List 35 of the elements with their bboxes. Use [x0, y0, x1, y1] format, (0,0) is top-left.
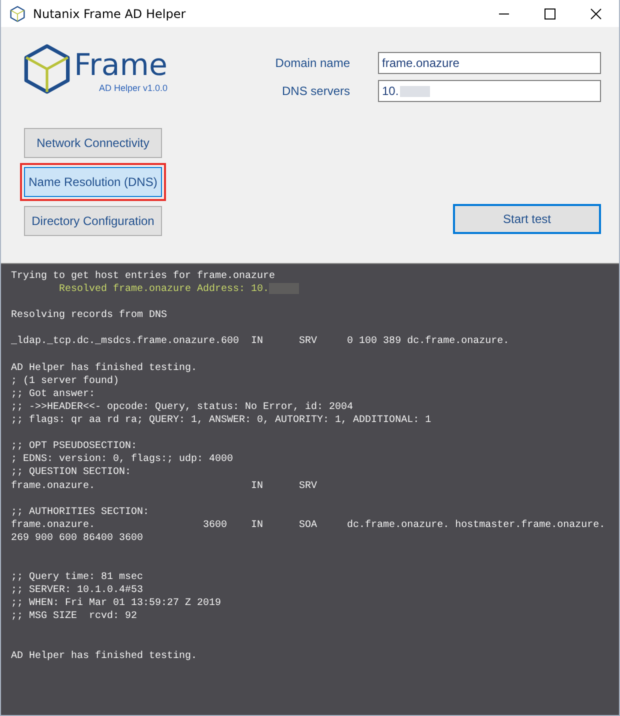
maximize-icon[interactable]: [544, 8, 556, 20]
log-line: frame.onazure. IN SRV: [11, 480, 318, 492]
field-label: DNS servers: [282, 84, 350, 98]
log-line: Resolved frame.onazure Address: 10.: [59, 284, 270, 296]
log-line: 269 900 600 86400 3600: [11, 532, 144, 544]
log-line: AD Helper has finished testing.: [11, 650, 198, 662]
log-line: ;; QUESTION SECTION:: [11, 467, 132, 478]
log-line: _ldap._tcp.dc._msdcs.frame.onazure.600 IN SRV 0 100 389 dc.frame.onazure.: [11, 336, 510, 348]
log-line: ;; Got answer:: [11, 388, 96, 400]
window-title: Nutanix Frame AD Helper: [33, 6, 187, 20]
logo-name: Frame: [74, 49, 168, 83]
start-test-button[interactable]: Start test: [453, 204, 601, 234]
input-field[interactable]: frame.onazure: [378, 52, 601, 74]
version-label: AD Helper v1.0.0: [98, 83, 168, 93]
log-line: Resolving records from DNS: [11, 310, 168, 322]
close-icon[interactable]: [590, 8, 602, 20]
log-line: AD Helper has finished testing.: [11, 362, 198, 374]
test-button[interactable]: Network Connectivity: [24, 128, 162, 158]
logo-icon: [24, 44, 70, 94]
log-line: frame.onazure. 3600 IN SOA dc.frame.onazure. hostmaster.frame.onazure.: [11, 520, 606, 531]
log-line: ;; ->>HEADER<<- opcode: Query, status: No Error, id: 2004: [11, 402, 354, 413]
log-line: ; EDNS: version: 0, flags:; udp: 4000: [11, 454, 234, 466]
input-field[interactable]: 10.: [378, 80, 601, 102]
log-line: ;; SERVER: 10.1.0.4#53: [11, 585, 144, 596]
log-line: ;; OPT PSEUDOSECTION:: [11, 441, 138, 452]
log-line: ;; WHEN: Fri Mar 01 13:59:27 Z 2019: [11, 598, 222, 610]
log-line: ; (1 server found): [11, 376, 120, 387]
log-line: ;; flags: qr aa rd ra; QUERY: 1, ANSWER: 0, AUTORITY: 1, ADDITIONAL: 1: [11, 415, 432, 426]
log-line: Trying to get host entries for frame.onazure: [11, 271, 276, 282]
log-line: ;; MSG SIZE rcvd: 92: [11, 611, 138, 622]
app-icon: [10, 6, 25, 22]
field-label: Domain name: [275, 56, 350, 70]
log-line: ;; AUTHORITIES SECTION:: [11, 506, 150, 518]
log-line: ;; Query time: 81 msec: [11, 572, 144, 584]
test-button[interactable]: Directory Configuration: [24, 206, 162, 236]
